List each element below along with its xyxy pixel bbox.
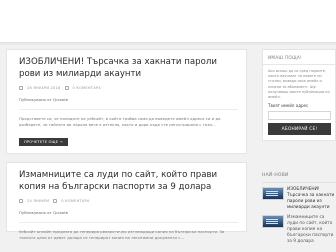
post-byline: Публикувано от Quixote: [19, 210, 69, 215]
recent-post-item[interactable]: Измамниците са луди по сайт, който прави…: [262, 215, 336, 245]
post-excerpt: Уебсайт онлайн предлага да генерира реал…: [19, 229, 225, 240]
post-excerpt: Представете си, че попадате на уебсайт, …: [19, 116, 221, 127]
post-title[interactable]: Измамниците са луди по сайт, който прави…: [19, 170, 238, 193]
post-meta: 26 ЯНУАРИ 2018 0 КОМЕНТАРА: [19, 86, 238, 90]
divider: [19, 109, 238, 110]
email-label: Твоят имейл адрес: [268, 103, 309, 109]
recent-post-title[interactable]: ИЗОБЛИЧЕНИ! Търсачка за хакнати пароли р…: [287, 187, 336, 211]
recent-post-title[interactable]: Измамниците са луди по сайт, който прави…: [287, 215, 336, 245]
post-card: Измамниците са луди по сайт, който прави…: [6, 162, 247, 240]
post-byline: Публикувано от Quixote: [19, 97, 69, 102]
post-title[interactable]: ИЗОБЛИЧЕНИ! Търсачка за хакнати пароли р…: [19, 57, 238, 80]
post-thumbnail[interactable]: [262, 187, 284, 200]
divider: [19, 222, 238, 223]
recent-post-item[interactable]: ИЗОБЛИЧЕНИ! Търсачка за хакнати пароли р…: [262, 187, 336, 211]
comment-icon: [53, 199, 58, 203]
email-field[interactable]: [268, 111, 331, 121]
read-more-button[interactable]: ПРОЧЕТЕТЕ ОЩЕ →: [19, 138, 68, 146]
post-list: ИЗОБЛИЧЕНИ! Търсачка за хакнати пароли р…: [6, 49, 247, 240]
recent-posts-widget: НАЙ-НОВИ ИЗОБЛИЧЕНИ! Търсачка за хакнати…: [262, 173, 336, 245]
header-divider: [0, 43, 336, 45]
calendar-icon: [19, 86, 23, 90]
widget-title: ИМАШ ПОЩА!: [268, 55, 302, 60]
widget-title: НАЙ-НОВИ: [262, 173, 336, 183]
subscribe-widget: ИМАШ ПОЩА! Ако искаш да си сред първите,…: [262, 49, 336, 142]
post-thumbnail[interactable]: [262, 215, 284, 228]
post-comments[interactable]: 0 КОМЕНТАРА: [61, 199, 89, 203]
comment-icon: [64, 86, 69, 90]
post-date: 26 ЯНУАРИ 2018: [27, 86, 61, 90]
subscribe-button[interactable]: АБОНИРАЙ СЕ!: [268, 123, 331, 136]
sidebar: ИМАШ ПОЩА! Ако искаш да си сред първите,…: [262, 49, 336, 142]
calendar-icon: [19, 199, 23, 203]
post-meta: 24 ЯНУАРИ 0 КОМЕНТАРА: [19, 199, 238, 203]
post-card: ИЗОБЛИЧЕНИ! Търсачка за хакнати пароли р…: [6, 49, 247, 154]
subscribe-text: Ако искаш да си сред първите, които науч…: [268, 69, 330, 100]
site-header: [0, 0, 336, 43]
post-comments[interactable]: 0 КОМЕНТАРА: [73, 86, 101, 90]
post-date: 24 ЯНУАРИ: [27, 199, 50, 203]
divider: [263, 64, 335, 65]
